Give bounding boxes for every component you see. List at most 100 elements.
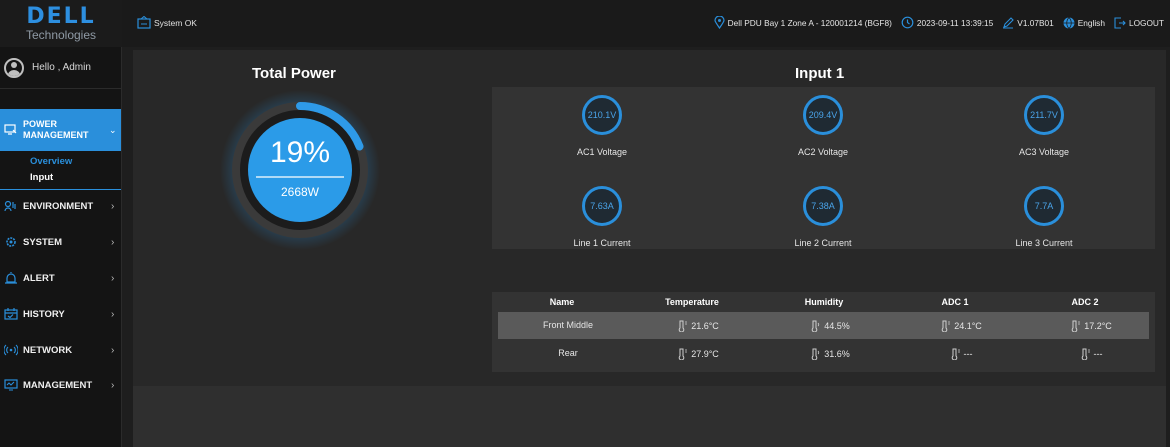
thermometer-icon <box>1071 320 1081 332</box>
meter-label: AC3 Voltage <box>1018 147 1070 157</box>
location-text: Dell PDU Bay 1 Zone A - 120001214 (BGF8) <box>727 17 892 28</box>
thermometer-icon <box>941 320 951 332</box>
logout-button[interactable]: LOGOUT <box>1114 16 1164 29</box>
input-title: Input 1 <box>795 65 845 82</box>
table-row[interactable]: Front Middle 21.6°C 44.5% 24.1°C 17.2°C <box>498 312 1149 339</box>
sidebar-item-network[interactable]: NETWORK › <box>0 336 121 364</box>
humidity-value: 31.6% <box>824 349 850 359</box>
sidebar: DELL Technologies Hello , Admin POWER MA… <box>0 0 122 447</box>
total-power-percent: 19% <box>269 136 331 169</box>
user-greeting: Hello , Admin <box>32 62 91 73</box>
line2-current-meter: 7.38A <box>803 186 843 226</box>
humidity-cell: 31.6% <box>780 348 880 360</box>
line1-current-meter: 7.63A <box>582 186 622 226</box>
sensor-name: Front Middle <box>542 320 594 330</box>
logout-text: LOGOUT <box>1128 17 1164 28</box>
meter-label: Line 3 Current <box>1015 238 1073 248</box>
sidebar-item-label: MANAGEMENT <box>23 379 93 391</box>
sensor-table: Name Temperature Humidity ADC 1 ADC 2 Fr… <box>492 292 1155 372</box>
thermometer-icon <box>678 320 688 332</box>
sidebar-item-label: NETWORK <box>23 344 73 356</box>
gauge-core <box>248 118 352 222</box>
version-info: V1.07B01 <box>1002 16 1054 29</box>
adc1-value: 24.1°C <box>954 321 982 331</box>
meter-value: 211.7V <box>1030 110 1058 120</box>
meter-label: Line 1 Current <box>573 238 631 248</box>
total-power-title: Total Power <box>252 65 336 82</box>
ac1-voltage-meter: 210.1V <box>582 95 622 135</box>
avatar <box>4 57 24 78</box>
table-row[interactable]: Rear 27.9°C 31.6% --- --- <box>498 340 1149 367</box>
sidebar-item-label: ALERT <box>23 272 55 284</box>
total-power-gauge <box>220 90 380 250</box>
monitor-icon <box>4 379 18 391</box>
submenu-overview[interactable]: Overview <box>30 156 72 167</box>
sidebar-item-environment[interactable]: ENVIRONMENT › <box>0 192 121 220</box>
meter-label: Line 2 Current <box>794 238 852 248</box>
column-header-adc2: ADC 2 <box>1071 297 1099 307</box>
adc2-cell: --- <box>1041 348 1141 360</box>
chevron-right-icon: › <box>111 308 115 320</box>
temperature-cell: 21.6°C <box>648 320 748 332</box>
adc2-cell: 17.2°C <box>1041 320 1141 332</box>
meter-label: AC1 Voltage <box>576 147 628 157</box>
thermometer-icon <box>1081 348 1090 360</box>
meter-value: 209.4V <box>808 110 838 120</box>
user-row: Hello , Admin <box>0 47 122 89</box>
sidebar-item-power-management[interactable]: POWER MANAGEMENT ⌄ <box>0 109 121 151</box>
datetime-info: 2023-09-11 13:39:15 <box>901 16 993 29</box>
meter-value: 7.63A <box>590 201 614 211</box>
total-power-watts: 2668W <box>280 185 320 199</box>
meter-value: 210.1V <box>587 110 617 120</box>
logo-subtitle: Technologies <box>25 27 97 42</box>
sidebar-item-history[interactable]: HISTORY › <box>0 300 121 328</box>
chevron-right-icon: › <box>111 379 115 391</box>
environment-icon <box>4 200 18 212</box>
sidebar-item-system[interactable]: SYSTEM › <box>0 228 121 256</box>
system-status[interactable]: System OK <box>137 16 197 29</box>
app-root: DELL Technologies Hello , Admin POWER MA… <box>0 0 1170 447</box>
submenu-input[interactable]: Input <box>30 172 53 183</box>
sidebar-item-label: POWER MANAGEMENT <box>23 119 89 140</box>
humidity-icon <box>811 320 820 332</box>
alert-icon <box>4 272 18 284</box>
edit-icon <box>1003 16 1015 29</box>
power-management-submenu: Overview Input <box>0 153 121 190</box>
version-text: V1.07B01 <box>1017 17 1054 28</box>
column-header-name: Name <box>549 297 575 307</box>
column-header-adc1: ADC 1 <box>941 297 969 307</box>
temperature-value: 21.6°C <box>691 321 719 331</box>
adc1-cell: --- <box>911 348 1011 360</box>
logo-wordmark: DELL <box>26 3 96 29</box>
clock-icon <box>901 16 914 29</box>
adc1-value: --- <box>963 349 973 359</box>
line3-current-meter: 7.7A <box>1024 186 1064 226</box>
wireless-icon <box>4 344 18 356</box>
temperature-cell: 27.9°C <box>648 348 748 360</box>
system-status-icon <box>137 16 151 29</box>
meter-label: AC2 Voltage <box>797 147 849 157</box>
chevron-right-icon: › <box>111 344 115 356</box>
sidebar-item-label: ENVIRONMENT <box>23 200 94 212</box>
column-header-temperature: Temperature <box>665 297 719 307</box>
ac3-voltage-meter: 211.7V <box>1024 95 1064 135</box>
logout-icon <box>1114 16 1126 29</box>
top-info: Dell PDU Bay 1 Zone A - 120001214 (BGF8)… <box>705 16 1164 29</box>
thermometer-icon <box>951 348 960 360</box>
calendar-icon <box>4 308 18 320</box>
adc2-value: --- <box>1093 349 1103 359</box>
top-bar: System OK Dell PDU Bay 1 Zone A - 120001… <box>122 0 1170 47</box>
sidebar-item-alert[interactable]: ALERT › <box>0 264 121 292</box>
meter-value: 7.38A <box>811 201 835 211</box>
dell-logo[interactable]: DELL Technologies <box>0 0 122 47</box>
language-text: English <box>1077 17 1105 28</box>
chevron-down-icon: ⌄ <box>109 124 117 135</box>
meter-value: 7.7A <box>1034 201 1054 211</box>
humidity-icon <box>811 348 820 360</box>
sidebar-item-management[interactable]: MANAGEMENT › <box>0 371 121 399</box>
sensor-name: Rear <box>558 348 578 358</box>
language-selector[interactable]: English <box>1063 16 1105 29</box>
chevron-right-icon: › <box>111 272 115 284</box>
gear-icon <box>4 236 18 248</box>
power-monitor-icon <box>4 124 18 136</box>
